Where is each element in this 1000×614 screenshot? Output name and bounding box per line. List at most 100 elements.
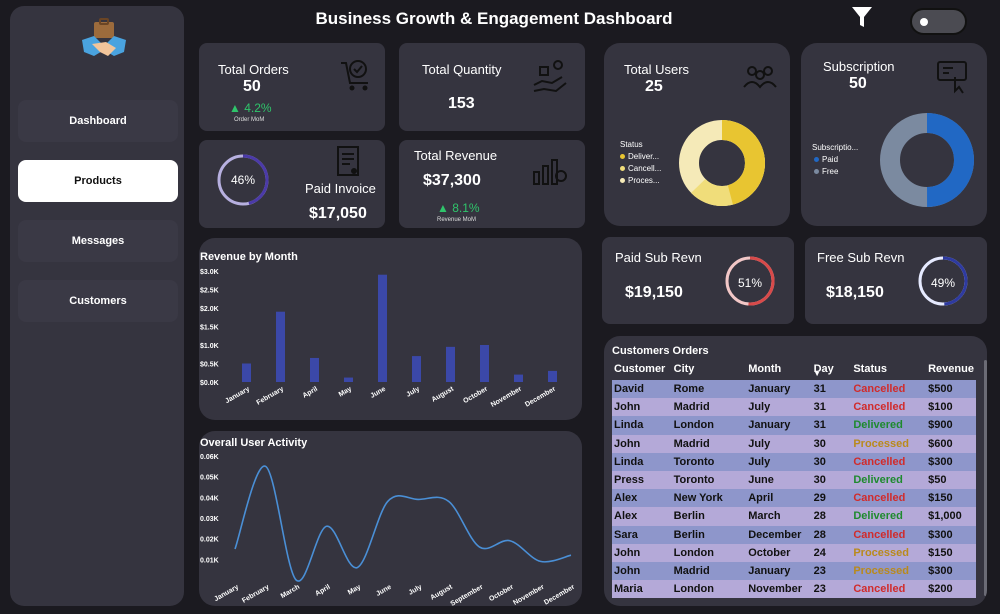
x-tick-label: February (256, 386, 286, 407)
city-cell: London (671, 580, 747, 599)
revenue-change-label: Revenue MoM (437, 217, 477, 223)
user-activity-line-chart: 0.01K 0.02K 0.03K 0.04K 0.05K 0.06K January Feb… (200, 454, 576, 606)
table-row[interactable]: Press Toronto June 30 Delivered $50 (612, 470, 976, 490)
customer-cell: John (612, 561, 672, 581)
y-tick-label: 0.05K (200, 475, 219, 482)
theme-toggle[interactable] (910, 8, 967, 35)
x-tick-label: February (241, 584, 271, 605)
month-cell: November (746, 580, 812, 599)
customer-cell: Alex (612, 489, 672, 508)
total-orders-label: Total Orders (218, 62, 289, 77)
table-row[interactable]: John London October 24 Processed $150 (612, 543, 976, 562)
revenue-change: ▲ 8.1% (437, 201, 480, 215)
subscription-card: Subscription 50 Subscriptio... Paid Free (801, 43, 987, 226)
bar[interactable] (446, 346, 455, 382)
city-cell: London (671, 416, 747, 435)
day-cell: 31 (811, 380, 852, 399)
filter-icon[interactable] (850, 5, 874, 29)
month-cell: April (746, 489, 812, 508)
status-cell: Cancelled (851, 380, 927, 399)
table-scrollbar[interactable] (984, 360, 987, 596)
table-row[interactable]: Maria London November 23 Cancelled $200 (612, 580, 976, 599)
cart-check-icon (341, 60, 368, 91)
x-tick-label: December (524, 386, 557, 409)
sidebar: Dashboard Products Messages Customers (10, 6, 184, 606)
y-tick-label: $2.0K (200, 306, 219, 313)
sidebar-item-messages[interactable]: Messages (18, 220, 178, 262)
revenue-bar-chart: $0.0K $0.5K $1.0K $1.5K $2.0K $2.5K $3.0K Janua… (200, 269, 557, 409)
bar[interactable] (242, 363, 251, 383)
status-cell: Cancelled (851, 489, 927, 508)
day-cell: 30 (811, 434, 852, 453)
orders-title: Customers Orders (612, 345, 709, 357)
y-tick-label: $0.0K (200, 380, 219, 387)
bar[interactable] (344, 377, 353, 382)
table-row[interactable]: John Madrid July 30 Processed $600 (612, 434, 976, 453)
x-tick-label: November (490, 386, 523, 409)
bar[interactable] (480, 345, 489, 382)
revenue-by-month-panel: Revenue by Month $0.0K $0.5K $1.0K $1.5K $2.… (199, 238, 582, 420)
city-cell: Berlin (671, 507, 747, 526)
activity-line[interactable] (234, 465, 572, 582)
x-tick-label: October (462, 386, 489, 406)
day-cell: 23 (811, 561, 852, 581)
orders-change-value: 4.2% (244, 101, 272, 115)
sidebar-item-products[interactable]: Products (18, 160, 178, 202)
city-cell: Madrid (671, 561, 747, 581)
table-row[interactable]: Linda Toronto July 30 Cancelled $300 (612, 452, 976, 471)
free-sub-value: $18,150 (826, 284, 884, 301)
month-cell: July (746, 398, 812, 417)
paid-sub-percent: 51% (737, 276, 763, 290)
bar[interactable] (310, 357, 319, 382)
status-cell: Processed (851, 561, 927, 581)
city-cell: Toronto (671, 452, 747, 471)
column-header-day[interactable]: Day ▼ (812, 358, 852, 380)
customer-cell: David (612, 380, 672, 399)
table-row[interactable]: David Rome January 31 Cancelled $500 (612, 380, 976, 399)
customers-orders-panel: Customers Orders Customer City Month Day… (604, 336, 987, 606)
y-tick-label: 0.04K (200, 495, 219, 502)
day-cell: 30 (811, 452, 852, 471)
day-cell: 31 (811, 398, 852, 417)
y-tick-label: $1.5K (200, 325, 219, 332)
table-row[interactable]: Sara Berlin December 28 Cancelled $300 (612, 525, 976, 544)
x-tick-label: July (408, 584, 424, 597)
table-row[interactable]: John Madrid January 23 Processed $300 (612, 561, 976, 581)
day-cell: 28 (811, 507, 852, 526)
city-cell: New York (671, 489, 747, 508)
bar[interactable] (514, 374, 523, 382)
table-row[interactable]: John Madrid July 31 Cancelled $100 (612, 398, 976, 417)
bar[interactable] (548, 370, 557, 382)
column-header-status[interactable]: Status (851, 358, 926, 380)
total-revenue-card: Total Revenue $37,300 ▲ 8.1% Revenue MoM (399, 140, 585, 228)
sort-desc-icon[interactable]: ▼ (814, 371, 821, 378)
paid-sub-card: Paid Sub Revn $19,150 51% (602, 237, 794, 324)
table-row[interactable]: Alex New York April 29 Cancelled $150 (612, 489, 976, 508)
column-header-month[interactable]: Month (746, 358, 811, 380)
total-users-label: Total Users (624, 62, 690, 77)
free-sub-percent: 49% (930, 276, 956, 290)
column-header-customer[interactable]: Customer (612, 358, 672, 380)
table-row[interactable]: Linda London January 31 Delivered $900 (612, 416, 976, 435)
free-sub-label: Free Sub Revn (817, 250, 905, 265)
bar[interactable] (378, 274, 387, 382)
total-quantity-card: Total Quantity 153 (399, 43, 585, 131)
bar[interactable] (412, 356, 421, 382)
bar[interactable] (276, 311, 285, 382)
x-tick-label: January (224, 386, 251, 406)
customer-cell: Linda (612, 452, 672, 471)
sidebar-item-customers[interactable]: Customers (18, 280, 178, 322)
sidebar-item-dashboard[interactable]: Dashboard (18, 100, 178, 142)
revenue-change-value: 8.1% (452, 201, 480, 215)
table-row[interactable]: Alex Berlin March 28 Delivered $1,000 (612, 507, 976, 526)
city-cell: Toronto (671, 470, 747, 490)
column-header-city[interactable]: City (672, 358, 747, 380)
x-tick-label: May (347, 584, 362, 597)
subscription-legend-item: Free (814, 167, 838, 176)
subscription-value: 50 (849, 75, 867, 92)
revenue-cell: $300 (926, 525, 976, 544)
column-header-revenue[interactable]: Revenue (926, 358, 976, 380)
y-tick-label: 0.02K (200, 537, 219, 544)
day-cell: 31 (811, 416, 852, 435)
table-header-row: Customer City Month Day ▼ Status Revenue (612, 358, 976, 380)
